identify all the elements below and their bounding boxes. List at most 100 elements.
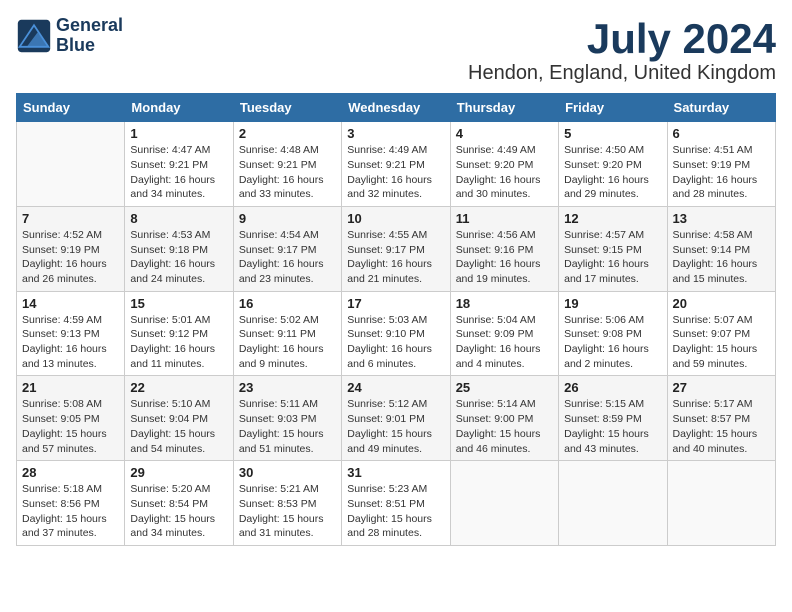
day-number: 10 — [347, 211, 444, 226]
calendar-cell: 27 Sunrise: 5:17 AM Sunset: 8:57 PM Dayli… — [667, 376, 775, 461]
calendar-cell: 12 Sunrise: 4:57 AM Sunset: 9:15 PM Dayli… — [559, 206, 667, 291]
day-header: Friday — [559, 94, 667, 122]
day-number: 3 — [347, 126, 444, 141]
day-header: Monday — [125, 94, 233, 122]
calendar-cell: 2Sunrise: 4:48 AM Sunset: 9:21 PM Daylig… — [233, 122, 341, 207]
cell-details: Sunrise: 5:14 AM Sunset: 9:00 PM Dayligh… — [456, 397, 553, 456]
day-number: 6 — [673, 126, 770, 141]
cell-details: Sunrise: 4:47 AM Sunset: 9:21 PM Dayligh… — [130, 143, 227, 202]
month-title: July 2024 — [468, 16, 776, 62]
day-number: 24 — [347, 380, 444, 395]
calendar-cell: 20 Sunrise: 5:07 AM Sunset: 9:07 PM Dayli… — [667, 291, 775, 376]
calendar-cell — [17, 122, 125, 207]
calendar-cell: 29Sunrise: 5:20 AM Sunset: 8:54 PM Dayli… — [125, 461, 233, 546]
calendar-table: SundayMondayTuesdayWednesdayThursdayFrid… — [16, 93, 776, 546]
cell-details: Sunrise: 5:18 AM Sunset: 8:56 PM Dayligh… — [22, 482, 119, 541]
day-number: 15 — [130, 296, 227, 311]
day-header: Sunday — [17, 94, 125, 122]
cell-details: Sunrise: 4:49 AM Sunset: 9:20 PM Dayligh… — [456, 143, 553, 202]
location-title: Hendon, England, United Kingdom — [468, 62, 776, 85]
calendar-cell: 26 Sunrise: 5:15 AM Sunset: 8:59 PM Dayli… — [559, 376, 667, 461]
calendar-cell: 14Sunrise: 4:59 AM Sunset: 9:13 PM Dayli… — [17, 291, 125, 376]
day-number: 16 — [239, 296, 336, 311]
cell-details: Sunrise: 5:20 AM Sunset: 8:54 PM Dayligh… — [130, 482, 227, 541]
day-number: 13 — [673, 211, 770, 226]
day-number: 28 — [22, 465, 119, 480]
cell-details: Sunrise: 5:01 AM Sunset: 9:12 PM Dayligh… — [130, 313, 227, 372]
calendar-cell: 1Sunrise: 4:47 AM Sunset: 9:21 PM Daylig… — [125, 122, 233, 207]
cell-details: Sunrise: 4:52 AM Sunset: 9:19 PM Dayligh… — [22, 228, 119, 287]
day-number: 4 — [456, 126, 553, 141]
cell-details: Sunrise: 4:55 AM Sunset: 9:17 PM Dayligh… — [347, 228, 444, 287]
day-number: 23 — [239, 380, 336, 395]
cell-details: Sunrise: 4:49 AM Sunset: 9:21 PM Dayligh… — [347, 143, 444, 202]
day-number: 9 — [239, 211, 336, 226]
day-number: 12 — [564, 211, 661, 226]
cell-details: Sunrise: 5:03 AM Sunset: 9:10 PM Dayligh… — [347, 313, 444, 372]
cell-details: Sunrise: 4:57 AM Sunset: 9:15 PM Dayligh… — [564, 228, 661, 287]
day-number: 27 — [673, 380, 770, 395]
cell-details: Sunrise: 5:11 AM Sunset: 9:03 PM Dayligh… — [239, 397, 336, 456]
calendar-header-row: SundayMondayTuesdayWednesdayThursdayFrid… — [17, 94, 776, 122]
cell-details: Sunrise: 5:12 AM Sunset: 9:01 PM Dayligh… — [347, 397, 444, 456]
calendar-cell: 18Sunrise: 5:04 AM Sunset: 9:09 PM Dayli… — [450, 291, 558, 376]
cell-details: Sunrise: 4:56 AM Sunset: 9:16 PM Dayligh… — [456, 228, 553, 287]
cell-details: Sunrise: 5:06 AM Sunset: 9:08 PM Dayligh… — [564, 313, 661, 372]
cell-details: Sunrise: 5:21 AM Sunset: 8:53 PM Dayligh… — [239, 482, 336, 541]
calendar-cell: 3 Sunrise: 4:49 AM Sunset: 9:21 PM Daylig… — [342, 122, 450, 207]
calendar-cell: 10 Sunrise: 4:55 AM Sunset: 9:17 PM Dayli… — [342, 206, 450, 291]
header: GeneralBlue July 2024 Hendon, England, U… — [16, 16, 776, 85]
cell-details: Sunrise: 5:15 AM Sunset: 8:59 PM Dayligh… — [564, 397, 661, 456]
calendar-cell: 7 Sunrise: 4:52 AM Sunset: 9:19 PM Daylig… — [17, 206, 125, 291]
cell-details: Sunrise: 5:02 AM Sunset: 9:11 PM Dayligh… — [239, 313, 336, 372]
day-number: 25 — [456, 380, 553, 395]
calendar-cell: 16 Sunrise: 5:02 AM Sunset: 9:11 PM Dayli… — [233, 291, 341, 376]
calendar-cell: 22Sunrise: 5:10 AM Sunset: 9:04 PM Dayli… — [125, 376, 233, 461]
calendar-cell: 25 Sunrise: 5:14 AM Sunset: 9:00 PM Dayli… — [450, 376, 558, 461]
calendar-week-row: 7 Sunrise: 4:52 AM Sunset: 9:19 PM Daylig… — [17, 206, 776, 291]
calendar-cell: 30 Sunrise: 5:21 AM Sunset: 8:53 PM Dayli… — [233, 461, 341, 546]
logo-icon — [16, 18, 52, 54]
cell-details: Sunrise: 5:17 AM Sunset: 8:57 PM Dayligh… — [673, 397, 770, 456]
cell-details: Sunrise: 4:54 AM Sunset: 9:17 PM Dayligh… — [239, 228, 336, 287]
calendar-cell — [559, 461, 667, 546]
calendar-cell — [667, 461, 775, 546]
calendar-cell: 19 Sunrise: 5:06 AM Sunset: 9:08 PM Dayli… — [559, 291, 667, 376]
calendar-body: 1Sunrise: 4:47 AM Sunset: 9:21 PM Daylig… — [17, 122, 776, 546]
day-number: 8 — [130, 211, 227, 226]
cell-details: Sunrise: 5:23 AM Sunset: 8:51 PM Dayligh… — [347, 482, 444, 541]
cell-details: Sunrise: 4:51 AM Sunset: 9:19 PM Dayligh… — [673, 143, 770, 202]
calendar-week-row: 14Sunrise: 4:59 AM Sunset: 9:13 PM Dayli… — [17, 291, 776, 376]
calendar-cell: 9 Sunrise: 4:54 AM Sunset: 9:17 PM Daylig… — [233, 206, 341, 291]
day-number: 14 — [22, 296, 119, 311]
day-number: 19 — [564, 296, 661, 311]
cell-details: Sunrise: 4:58 AM Sunset: 9:14 PM Dayligh… — [673, 228, 770, 287]
cell-details: Sunrise: 5:07 AM Sunset: 9:07 PM Dayligh… — [673, 313, 770, 372]
day-number: 26 — [564, 380, 661, 395]
calendar-cell: 6 Sunrise: 4:51 AM Sunset: 9:19 PM Daylig… — [667, 122, 775, 207]
calendar-cell: 11Sunrise: 4:56 AM Sunset: 9:16 PM Dayli… — [450, 206, 558, 291]
day-number: 30 — [239, 465, 336, 480]
calendar-cell — [450, 461, 558, 546]
calendar-cell: 8 Sunrise: 4:53 AM Sunset: 9:18 PM Daylig… — [125, 206, 233, 291]
calendar-cell: 31Sunrise: 5:23 AM Sunset: 8:51 PM Dayli… — [342, 461, 450, 546]
title-area: July 2024 Hendon, England, United Kingdo… — [468, 16, 776, 85]
logo: GeneralBlue — [16, 16, 123, 56]
day-header: Tuesday — [233, 94, 341, 122]
day-number: 20 — [673, 296, 770, 311]
calendar-cell: 4 Sunrise: 4:49 AM Sunset: 9:20 PM Daylig… — [450, 122, 558, 207]
calendar-cell: 15 Sunrise: 5:01 AM Sunset: 9:12 PM Dayli… — [125, 291, 233, 376]
cell-details: Sunrise: 4:50 AM Sunset: 9:20 PM Dayligh… — [564, 143, 661, 202]
cell-details: Sunrise: 5:04 AM Sunset: 9:09 PM Dayligh… — [456, 313, 553, 372]
calendar-cell: 24 Sunrise: 5:12 AM Sunset: 9:01 PM Dayli… — [342, 376, 450, 461]
cell-details: Sunrise: 5:08 AM Sunset: 9:05 PM Dayligh… — [22, 397, 119, 456]
cell-details: Sunrise: 4:48 AM Sunset: 9:21 PM Dayligh… — [239, 143, 336, 202]
day-number: 7 — [22, 211, 119, 226]
calendar-week-row: 21 Sunrise: 5:08 AM Sunset: 9:05 PM Dayli… — [17, 376, 776, 461]
day-number: 22 — [130, 380, 227, 395]
day-number: 21 — [22, 380, 119, 395]
calendar-cell: 13 Sunrise: 4:58 AM Sunset: 9:14 PM Dayli… — [667, 206, 775, 291]
calendar-week-row: 28 Sunrise: 5:18 AM Sunset: 8:56 PM Dayli… — [17, 461, 776, 546]
cell-details: Sunrise: 4:53 AM Sunset: 9:18 PM Dayligh… — [130, 228, 227, 287]
day-number: 17 — [347, 296, 444, 311]
